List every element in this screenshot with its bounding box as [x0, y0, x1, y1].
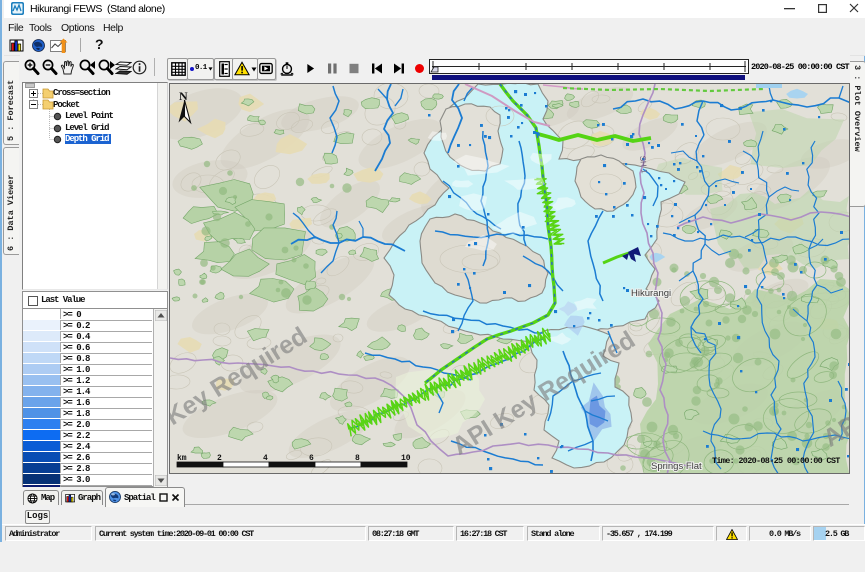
svg-text:N: N [179, 89, 188, 103]
svg-text:Springs Flat: Springs Flat [651, 461, 702, 472]
svg-text:SH 1: SH 1 [638, 155, 649, 174]
svg-text:Time: 2020-08-25 00:00:00 CST: Time: 2020-08-25 00:00:00 CST [712, 456, 840, 466]
svg-text:Hikurangi: Hikurangi [631, 288, 671, 299]
